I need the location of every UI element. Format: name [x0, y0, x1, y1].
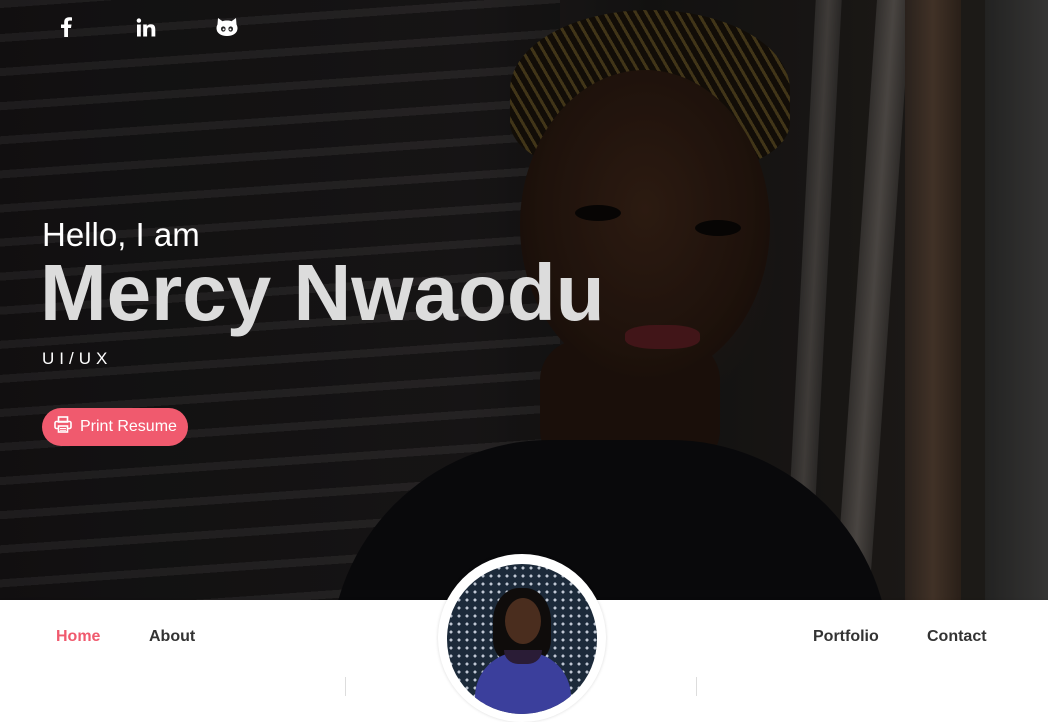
- github-icon[interactable]: [216, 16, 238, 38]
- print-resume-label: Print Resume: [80, 418, 177, 435]
- facebook-icon[interactable]: [55, 16, 77, 38]
- avatar-face: [505, 598, 541, 644]
- printer-icon: [54, 416, 72, 438]
- nav-portfolio[interactable]: Portfolio: [813, 628, 879, 646]
- nav-about[interactable]: About: [149, 628, 195, 646]
- nav-contact[interactable]: Contact: [927, 628, 987, 646]
- print-resume-button[interactable]: Print Resume: [42, 408, 188, 446]
- hero-name: Mercy Nwaodu: [40, 248, 605, 337]
- column-divider: [345, 677, 346, 696]
- hero-role: UI/UX: [42, 349, 113, 368]
- column-divider: [696, 677, 697, 696]
- linkedin-icon[interactable]: [135, 16, 157, 38]
- avatar: [447, 564, 597, 714]
- nav-home[interactable]: Home: [56, 628, 100, 646]
- hero-section: Hello, I am Mercy Nwaodu UI/UX Print Res…: [0, 0, 1048, 600]
